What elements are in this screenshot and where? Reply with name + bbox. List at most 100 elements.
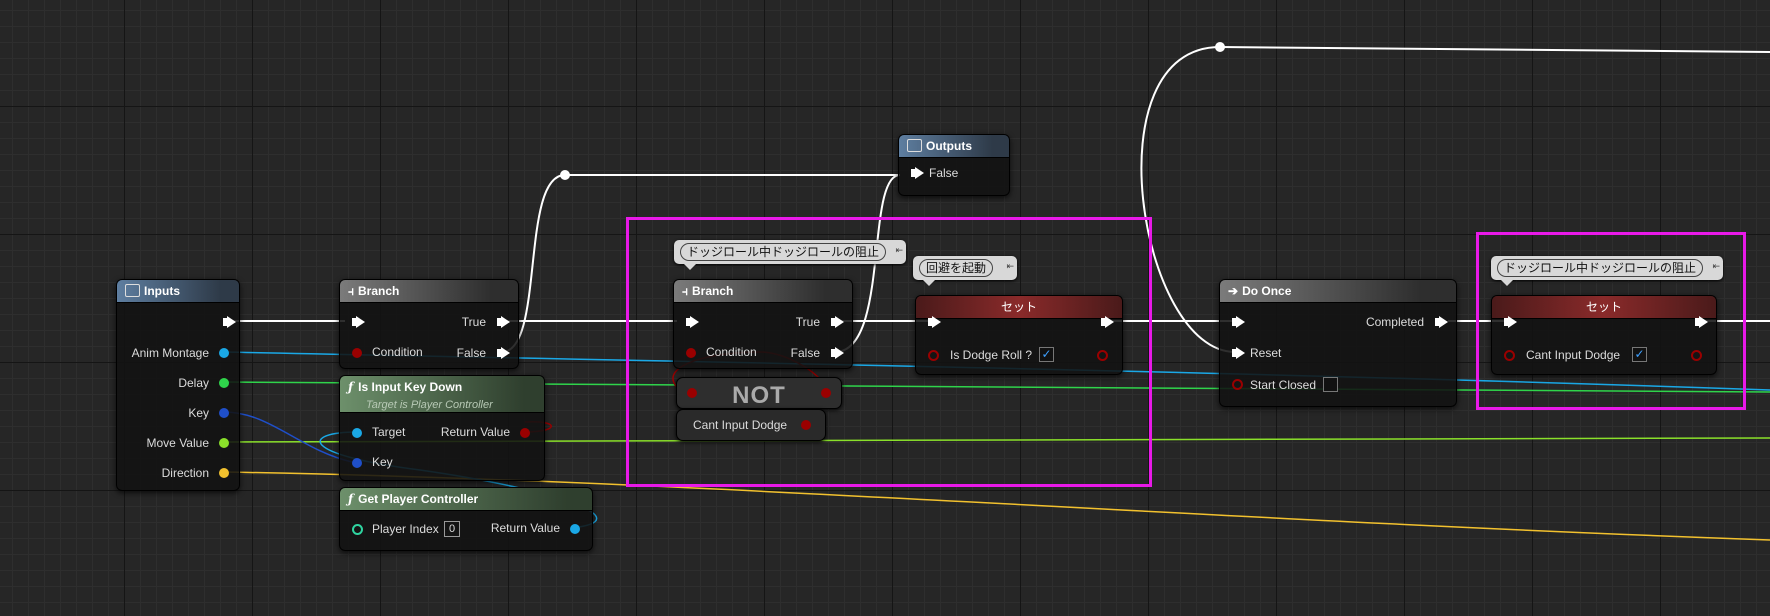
do-once-icon: ➔ bbox=[1228, 284, 1239, 298]
function-result-icon bbox=[907, 139, 922, 153]
player-index-input[interactable]: 0 bbox=[444, 521, 460, 537]
return-value-pin[interactable] bbox=[520, 428, 530, 438]
key-input-pin[interactable] bbox=[352, 458, 362, 468]
reroute-knot[interactable] bbox=[560, 170, 570, 180]
true-exec-pin[interactable] bbox=[497, 316, 510, 328]
completed-exec-pin[interactable] bbox=[1435, 316, 1448, 328]
false-exec-pin[interactable] bbox=[497, 347, 510, 359]
false-label: False bbox=[456, 346, 486, 360]
not-label: NOT bbox=[732, 382, 786, 409]
completed-label: Completed bbox=[1365, 315, 1424, 329]
exec-out-pin[interactable] bbox=[1101, 316, 1114, 328]
exec-in-pin[interactable] bbox=[1504, 316, 1517, 328]
delay-pin[interactable] bbox=[219, 378, 229, 388]
pin-label-key: Key bbox=[188, 406, 209, 420]
key-wire bbox=[223, 411, 353, 463]
branch-node-2[interactable]: ⫞ Branch True Condition False bbox=[673, 279, 853, 369]
get-player-controller-header[interactable]: ƒ Get Player Controller bbox=[340, 488, 592, 511]
value-in-pin[interactable] bbox=[1504, 350, 1515, 361]
exec-in-pin[interactable] bbox=[928, 316, 941, 328]
start-closed-checkbox[interactable] bbox=[1323, 377, 1338, 392]
comment-text: ドッジロール中ドッジロールの阻止 bbox=[680, 243, 887, 261]
condition-label: Condition bbox=[706, 345, 757, 359]
branch-node-1[interactable]: ⫞ Branch True Condition False bbox=[339, 279, 519, 369]
reset-exec-pin[interactable] bbox=[1232, 347, 1245, 359]
true-label: True bbox=[461, 315, 486, 329]
set-node-header[interactable]: セット bbox=[916, 296, 1122, 319]
variable-output-pin[interactable] bbox=[801, 420, 811, 430]
pin-label-direction: Direction bbox=[161, 466, 209, 480]
cant-input-dodge-getter[interactable]: Cant Input Dodge bbox=[676, 409, 826, 441]
variable-label: Cant Input Dodge bbox=[1526, 348, 1621, 362]
start-closed-pin[interactable] bbox=[1232, 379, 1243, 390]
is-input-key-down-subtitle: Target is Player Controller bbox=[366, 399, 493, 411]
function-icon: ƒ bbox=[348, 380, 354, 394]
pin-comment-icon[interactable]: ⇤ bbox=[1712, 257, 1720, 275]
exec-out-pin[interactable] bbox=[223, 316, 236, 328]
variable-label: Cant Input Dodge bbox=[693, 418, 788, 432]
do-once-node[interactable]: ➔ Do Once Completed Reset Start Closed bbox=[1219, 279, 1457, 407]
anim-montage-pin[interactable] bbox=[219, 348, 229, 358]
comment-text: ドッジロール中ドッジロールの阻止 bbox=[1497, 259, 1704, 277]
branch-title: Branch bbox=[692, 284, 734, 298]
branch-title: Branch bbox=[358, 284, 400, 298]
player-index-pin[interactable] bbox=[352, 524, 363, 535]
true-exec-pin[interactable] bbox=[831, 316, 844, 328]
not-output-pin[interactable] bbox=[821, 388, 831, 398]
branch-node-header[interactable]: ⫞ Branch bbox=[674, 280, 852, 303]
return-value-pin[interactable] bbox=[570, 524, 580, 534]
return-value-label: Return Value bbox=[490, 521, 560, 535]
exec-in-pin[interactable] bbox=[1232, 316, 1245, 328]
branch-icon: ⫞ bbox=[348, 284, 355, 298]
outputs-node-header[interactable]: Outputs bbox=[899, 135, 1009, 158]
false-exec-pin[interactable] bbox=[831, 347, 844, 359]
comment-bubble[interactable]: 回避を起動 ⇤ bbox=[913, 256, 1017, 286]
pin-comment-icon[interactable]: ⇤ bbox=[1006, 257, 1014, 275]
condition-pin[interactable] bbox=[686, 348, 696, 358]
is-input-key-down-title: Is Input Key Down bbox=[358, 380, 463, 394]
false-exec-in-pin[interactable] bbox=[911, 167, 924, 179]
branch-icon: ⫞ bbox=[682, 284, 689, 298]
comment-bubble[interactable]: ドッジロール中ドッジロールの阻止 ⇤ bbox=[1491, 256, 1723, 286]
function-entry-icon bbox=[125, 284, 140, 298]
condition-pin[interactable] bbox=[352, 348, 362, 358]
do-once-header[interactable]: ➔ Do Once bbox=[1220, 280, 1456, 303]
inputs-node[interactable]: Inputs Anim Montage Delay Key Move Value… bbox=[116, 279, 240, 491]
set-node-header[interactable]: セット bbox=[1492, 296, 1716, 319]
do-once-title: Do Once bbox=[1242, 284, 1292, 298]
key-pin[interactable] bbox=[219, 408, 229, 418]
get-player-controller-title: Get Player Controller bbox=[358, 492, 479, 506]
cant-input-dodge-checkbox[interactable]: ✓ bbox=[1632, 347, 1647, 362]
reroute-knot[interactable] bbox=[1215, 42, 1225, 52]
set-node-cant-input-dodge[interactable]: セット Cant Input Dodge ✓ bbox=[1491, 295, 1717, 375]
set-title: セット bbox=[1585, 300, 1622, 314]
value-out-pin[interactable] bbox=[1691, 350, 1702, 361]
condition-label: Condition bbox=[372, 345, 423, 359]
branch-node-header[interactable]: ⫞ Branch bbox=[340, 280, 518, 303]
get-player-controller-node[interactable]: ƒ Get Player Controller Player Index 0 Re… bbox=[339, 487, 593, 551]
move-value-pin[interactable] bbox=[219, 438, 229, 448]
pin-comment-icon[interactable]: ⇤ bbox=[895, 241, 903, 259]
key-label: Key bbox=[372, 455, 393, 469]
pin-label-move-value: Move Value bbox=[146, 436, 209, 450]
not-node[interactable]: NOT bbox=[676, 377, 842, 409]
set-title: セット bbox=[1000, 300, 1037, 314]
comment-bubble[interactable]: ドッジロール中ドッジロールの阻止 ⇤ bbox=[674, 240, 906, 270]
start-closed-label: Start Closed bbox=[1250, 378, 1317, 392]
set-node-is-dodge-roll[interactable]: セット Is Dodge Roll ? ✓ bbox=[915, 295, 1123, 375]
exec-in-pin[interactable] bbox=[352, 316, 365, 328]
outputs-node[interactable]: Outputs False bbox=[898, 134, 1010, 196]
is-dodge-roll-checkbox[interactable]: ✓ bbox=[1039, 347, 1054, 362]
exec-out-pin[interactable] bbox=[1695, 316, 1708, 328]
value-out-pin[interactable] bbox=[1097, 350, 1108, 361]
inputs-node-header[interactable]: Inputs bbox=[117, 280, 239, 303]
outputs-false-label: False bbox=[929, 166, 959, 180]
is-input-key-down-header[interactable]: ƒ Is Input Key Down Target is Player Cont… bbox=[340, 376, 544, 413]
direction-pin[interactable] bbox=[219, 468, 229, 478]
value-in-pin[interactable] bbox=[928, 350, 939, 361]
target-pin[interactable] bbox=[352, 428, 362, 438]
is-input-key-down-node[interactable]: ƒ Is Input Key Down Target is Player Cont… bbox=[339, 375, 545, 481]
true-label: True bbox=[795, 315, 820, 329]
pin-label-delay: Delay bbox=[178, 376, 209, 390]
exec-in-pin[interactable] bbox=[686, 316, 699, 328]
